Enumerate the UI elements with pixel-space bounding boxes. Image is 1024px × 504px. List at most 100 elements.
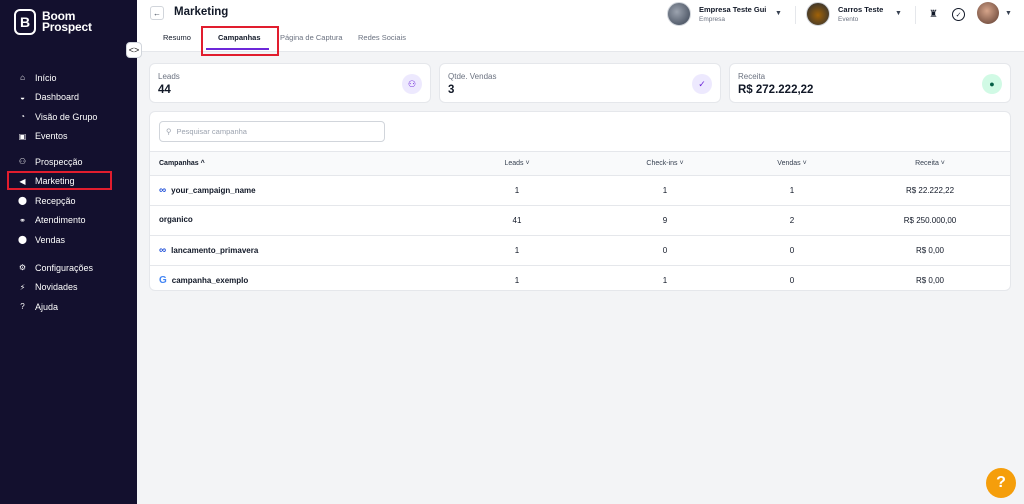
back-button[interactable]: ← [150, 6, 164, 20]
receita-cell: R$ 22.222,22 [905, 186, 955, 195]
vendas-cell: 0 [789, 246, 795, 255]
checkins-cell: 1 [662, 276, 668, 285]
pie-chart-icon: ◔ [20, 112, 25, 122]
home-icon: ⌂ [20, 73, 25, 83]
sidebar: B Boom Prospect ⌂ Início ◒ Dashboard ◔ Visão … [0, 0, 137, 504]
bolt-icon: ⚡ [19, 282, 26, 292]
evento-name: Carros Teste [838, 5, 884, 14]
users-icon: ⚇ [18, 157, 27, 167]
checkins-cell: 1 [662, 186, 668, 195]
empresa-type: Empresa [699, 16, 726, 23]
column-header-receita[interactable]: Receita ˅ [915, 160, 945, 167]
header-divider [795, 6, 796, 24]
calendar-icon: ▣ [18, 131, 27, 141]
sidebar-item-novidades[interactable]: ⚡ Novidades [0, 278, 137, 298]
help-button[interactable]: ? [986, 468, 1016, 498]
leads-cell: 41 [512, 216, 522, 225]
page-header: ← Marketing Resumo Campanhas Página de C… [137, 0, 1024, 56]
campaign-name: campanha_exemplo [171, 276, 249, 285]
users-icon: ⚇ [402, 74, 422, 94]
meta-icon: ∞ [159, 185, 167, 196]
chevron-down-icon[interactable]: ▼ [1005, 10, 1012, 17]
campaign-name: lancamento_primavera [171, 246, 259, 255]
account-switcher-evento[interactable]: Carros Teste Evento [806, 2, 883, 26]
campaign-name-cell: organico [159, 215, 193, 224]
sidebar-item-label: Eventos [35, 131, 68, 142]
sidebar-item-recepcao[interactable]: ⬤ Recepção [0, 191, 137, 211]
campaign-name-cell: ∞ lancamento_primavera [159, 245, 258, 256]
sidebar-item-label: Vendas [35, 234, 66, 245]
table-header: Campanhas ^ Leads ˅ Check-ins ˅ Vendas ˅… [150, 151, 1010, 176]
sidebar-item-eventos[interactable]: ▣ Eventos [0, 127, 137, 147]
search-placeholder: Pesquisar campanha [176, 127, 247, 136]
sidebar-item-inicio[interactable]: ⌂ Início [0, 68, 137, 88]
evento-avatar [806, 2, 830, 26]
column-header-vendas[interactable]: Vendas ˅ [777, 160, 806, 167]
sidebar-group: ⚙ Configurações ⚡ Novidades ? Ajuda [0, 258, 137, 317]
sidebar-item-label: Novidades [35, 282, 78, 293]
table-row[interactable]: organico 41 9 2 R$ 250.000,00 [150, 206, 1010, 236]
meta-icon: ∞ [159, 245, 167, 256]
sidebar-collapse-button[interactable]: <> [126, 42, 142, 58]
campaign-name-cell: ∞ your_campaign_name [159, 185, 256, 196]
leads-cell: 1 [514, 186, 520, 195]
user-icon: ● [982, 74, 1002, 94]
stat-label: Leads [158, 72, 180, 81]
evento-type: Evento [838, 16, 859, 23]
check-circle-icon: ✓ [692, 74, 712, 94]
active-item-highlight-box [7, 170, 112, 190]
sidebar-item-atendimento[interactable]: ⚭ Atendimento [0, 211, 137, 231]
checkins-cell: 0 [662, 246, 668, 255]
sidebar-item-vendas[interactable]: ⬤ Vendas [0, 230, 137, 250]
table-row[interactable]: Gcampanha_exemplo 1 1 0 R$ 0,00 [150, 266, 1010, 290]
tab-pagina-captura[interactable]: Página de Captura [280, 33, 343, 42]
receita-cell: R$ 250.000,00 [903, 216, 957, 225]
sidebar-item-prospeccao[interactable]: ⚇ Prospecção [0, 152, 137, 172]
column-header-leads[interactable]: Leads ˅ [504, 160, 529, 167]
header-divider [915, 6, 916, 24]
money-icon: ⬤ [18, 235, 27, 245]
table-row[interactable]: ∞ your_campaign_name 1 1 1 R$ 22.222,22 [150, 176, 1010, 206]
sidebar-item-label: Atendimento [35, 215, 86, 226]
stat-card-vendas: Qtde. Vendas 3 ✓ [439, 63, 721, 103]
stat-value: 44 [158, 84, 171, 96]
sidebar-item-ajuda[interactable]: ? Ajuda [0, 297, 137, 317]
checkins-cell: 9 [662, 216, 668, 225]
column-header-checkins[interactable]: Check-ins ˅ [646, 160, 683, 167]
search-input[interactable]: ⚲ Pesquisar campanha [159, 121, 385, 142]
sidebar-item-configuracoes[interactable]: ⚙ Configurações [0, 258, 137, 278]
stat-value: 3 [448, 84, 455, 96]
campaign-name: your_campaign_name [171, 186, 256, 195]
location-icon: ⬤ [18, 196, 27, 206]
vendas-cell: 1 [789, 186, 795, 195]
user-avatar[interactable] [977, 2, 999, 24]
campaign-name: organico [159, 215, 193, 224]
chevron-down-icon[interactable]: ▼ [895, 10, 902, 17]
sidebar-item-dashboard[interactable]: ◒ Dashboard [0, 88, 137, 108]
receita-cell: R$ 0,00 [915, 246, 945, 255]
tab-resumo[interactable]: Resumo [163, 33, 191, 42]
sidebar-group: ⌂ Início ◒ Dashboard ◔ Visão de Grupo ▣ Eventos [0, 68, 137, 146]
handshake-icon: ⚭ [19, 215, 26, 225]
chevron-down-icon[interactable]: ▼ [775, 10, 782, 17]
vendas-cell: 0 [789, 276, 795, 285]
campaign-name-cell: Gcampanha_exemplo [159, 275, 248, 286]
google-icon: G [159, 275, 167, 286]
account-switcher-empresa[interactable]: Empresa Teste Gui Empresa [667, 2, 766, 26]
mask-icon[interactable]: ♜ [927, 8, 940, 21]
sidebar-group: ⚇ Prospecção ◀ Marketing ⬤ Recepção ⚭ Atendimen… [0, 152, 137, 250]
sidebar-item-visao-de-grupo[interactable]: ◔ Visão de Grupo [0, 107, 137, 127]
tab-redes-sociais[interactable]: Redes Sociais [358, 33, 406, 42]
logo-mark: B [14, 9, 36, 35]
logo[interactable]: B Boom Prospect [14, 9, 92, 35]
sidebar-item-label: Dashboard [35, 92, 80, 103]
sidebar-item-label: Recepção [35, 195, 76, 206]
check-circle-icon[interactable]: ✓ [952, 8, 965, 21]
tab-highlight-box [201, 26, 279, 56]
stat-label: Receita [738, 72, 766, 81]
column-header-campanhas[interactable]: Campanhas ^ [159, 160, 205, 167]
sidebar-item-label: Configurações [35, 262, 94, 273]
table-row[interactable]: ∞ lancamento_primavera 1 0 0 R$ 0,00 [150, 236, 1010, 266]
sidebar-item-marketing[interactable]: ◀ Marketing [0, 170, 137, 192]
stat-label: Qtde. Vendas [448, 72, 497, 81]
